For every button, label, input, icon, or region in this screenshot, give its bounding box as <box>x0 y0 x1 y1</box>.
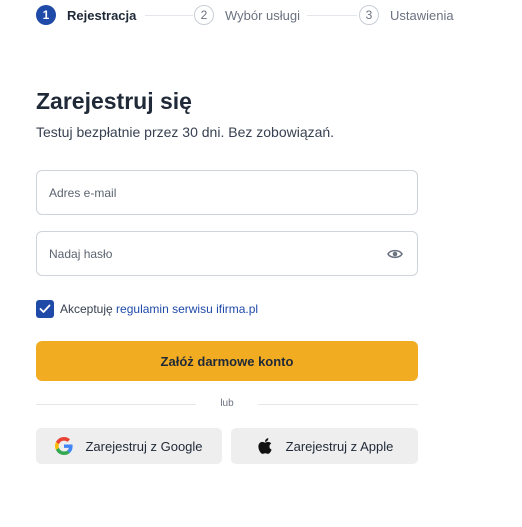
email-input[interactable] <box>49 171 369 214</box>
google-logo-icon <box>55 437 74 455</box>
terms-checkbox[interactable] <box>36 300 54 318</box>
step-label: Rejestracja <box>67 7 137 23</box>
registration-stepper: 1 Rejestracja 2 Wybór usługi 3 Ustawieni… <box>36 5 506 25</box>
step-connector <box>307 15 357 16</box>
divider-label: lub <box>220 398 234 409</box>
terms-text: Akceptuję <box>60 302 117 316</box>
step-settings: 3 Ustawienia <box>359 5 454 25</box>
step-number: 2 <box>194 5 214 25</box>
terms-row: Akceptuję regulamin serwisu ifirma.pl <box>36 300 258 318</box>
email-field[interactable] <box>36 170 418 215</box>
terms-label: Akceptuję regulamin serwisu ifirma.pl <box>60 302 258 316</box>
page-title: Zarejestruj się <box>36 88 192 114</box>
divider-line-right <box>258 404 418 405</box>
password-field[interactable] <box>36 231 418 276</box>
step-registration: 1 Rejestracja <box>36 5 136 25</box>
apple-signup-label: Zarejestruj z Apple <box>285 438 394 454</box>
password-input[interactable] <box>49 232 369 275</box>
divider-line-left <box>36 404 196 405</box>
terms-link[interactable]: regulamin serwisu ifirma.pl <box>116 302 258 316</box>
step-number: 1 <box>36 5 56 25</box>
checkmark-icon <box>39 304 51 313</box>
google-signup-button[interactable]: Zarejestruj z Google <box>36 428 222 464</box>
step-number: 3 <box>359 5 379 25</box>
step-service-choice: 2 Wybór usługi <box>194 5 300 25</box>
create-free-account-button[interactable]: Załóż darmowe konto <box>36 341 418 381</box>
step-label: Wybór usługi <box>225 7 301 23</box>
page-subtitle: Testuj bezpłatnie przez 30 dni. Bez zobo… <box>36 124 335 140</box>
google-signup-label: Zarejestruj z Google <box>85 438 203 454</box>
apple-logo-icon <box>256 437 274 455</box>
step-label: Ustawienia <box>390 7 454 23</box>
apple-signup-button[interactable]: Zarejestruj z Apple <box>231 428 418 464</box>
eye-icon[interactable] <box>387 247 403 261</box>
step-connector <box>145 15 193 16</box>
